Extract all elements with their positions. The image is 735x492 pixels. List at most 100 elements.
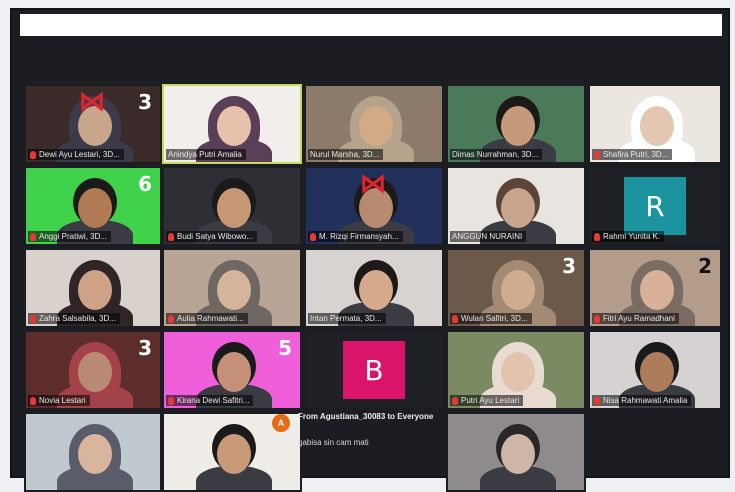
participant-tile[interactable]: 6 Anggi Pratiwi, 3D... <box>24 166 162 246</box>
chat-avatar: A <box>272 414 290 432</box>
reaction-count: 3 <box>138 90 152 114</box>
participant-name: Kirana Dewi Safitri... <box>177 396 250 405</box>
mic-muted-icon <box>168 232 174 241</box>
mic-muted-icon <box>594 314 600 323</box>
participant-name: Intan Permata, 3D... <box>310 314 382 323</box>
participant-tile[interactable] <box>24 412 162 492</box>
avatar-initial: B <box>343 341 405 399</box>
participant-name-bar: Kirana Dewi Safitri... <box>166 395 254 406</box>
reaction-count: 2 <box>698 254 712 278</box>
face <box>501 106 535 146</box>
mic-muted-icon <box>168 396 174 405</box>
mic-muted-icon <box>594 150 600 159</box>
participant-tile[interactable]: Zahra Salsabila, 3D... <box>24 248 162 328</box>
face <box>217 188 251 228</box>
participant-tile[interactable]: 3 Novia Lestari <box>24 330 162 410</box>
participant-name-bar: Rahmi Yunita K. <box>592 231 665 242</box>
mic-muted-icon <box>452 314 458 323</box>
mic-muted-icon <box>30 232 36 241</box>
face <box>640 270 674 310</box>
participant-name-bar: Nisa Rahmawati Amalia <box>592 395 692 406</box>
participant-tile[interactable]: Putri Ayu Lestari <box>446 330 586 410</box>
face <box>217 352 251 392</box>
bow-icon: ⋈ <box>360 168 386 198</box>
participant-name: Budi Satya Wibowo... <box>177 232 254 241</box>
face <box>640 106 674 146</box>
face <box>78 352 112 392</box>
mic-muted-icon <box>30 314 36 323</box>
participant-name-bar: Dimas Nurrahman, 3D... <box>450 149 543 160</box>
mic-muted-icon <box>310 232 316 241</box>
face <box>501 270 535 310</box>
mic-muted-icon <box>30 150 36 159</box>
face <box>640 352 674 392</box>
participant-tile[interactable]: Shafira Putri, 3D... <box>588 84 722 164</box>
participant-name: Novia Lestari <box>39 396 86 405</box>
participant-tile[interactable]: 3 Wulan Safitri, 3D... <box>446 248 586 328</box>
face <box>217 270 251 310</box>
participant-tile[interactable]: Dimas Nurrahman, 3D... <box>446 84 586 164</box>
reaction-count: 6 <box>138 172 152 196</box>
participant-name-bar: M. Rizqi Firmansyah... <box>308 231 403 242</box>
face <box>501 352 535 392</box>
participant-name-bar: Novia Lestari <box>28 395 90 406</box>
participant-tile[interactable]: Budi Satya Wibowo... <box>162 166 302 246</box>
participant-name: Fitri Ayu Ramadhani <box>603 314 675 323</box>
mic-muted-icon <box>168 314 174 323</box>
participant-name: Rahmi Yunita K. <box>603 232 661 241</box>
avatar-initial: R <box>624 177 686 235</box>
participant-tile[interactable]: 5 Kirana Dewi Safitri... <box>162 330 302 410</box>
participant-name-bar: Nurul Marsha, 3D... <box>308 149 384 160</box>
participant-name: Shafira Putri, 3D... <box>603 150 669 159</box>
participant-name: ANGGUN NURAINI <box>452 232 523 241</box>
reaction-count: 5 <box>278 336 292 360</box>
participant-name-bar: Fitri Ayu Ramadhani <box>592 313 679 324</box>
participant-name-bar: Dewi Ayu Lestari, 3D... <box>28 149 124 160</box>
mic-muted-icon <box>452 396 458 405</box>
face <box>217 106 251 146</box>
chat-message: gabisa sin cam mati <box>298 438 369 447</box>
participant-tile[interactable]: Nurul Marsha, 3D... <box>304 84 444 164</box>
participant-tile[interactable]: Anindya Putri Amalia <box>162 84 302 164</box>
face <box>78 434 112 474</box>
participant-tile[interactable] <box>446 412 586 492</box>
participant-name: Putri Ayu Lestari <box>461 396 520 405</box>
participant-tile[interactable]: ANGGUN NURAINI <box>446 166 586 246</box>
participant-name-bar: Anindya Putri Amalia <box>166 149 246 160</box>
face <box>359 106 393 146</box>
participant-name-bar: Anggi Pratiwi, 3D... <box>28 231 112 242</box>
participant-tile[interactable]: B <box>304 330 444 410</box>
participant-name-bar: Aulia Rahmawati... <box>166 313 248 324</box>
participant-name-bar: Zahra Salsabila, 3D... <box>28 313 120 324</box>
participant-name-bar: ANGGUN NURAINI <box>450 231 527 242</box>
participant-tile[interactable]: Intan Permata, 3D... <box>304 248 444 328</box>
participant-name: Anindya Putri Amalia <box>168 150 242 159</box>
meeting-window: ⋈ 3 Dewi Ayu Lestari, 3D... Anindya Putri A… <box>10 8 730 492</box>
face <box>78 188 112 228</box>
participant-tile[interactable]: Nisa Rahmawati Amalia <box>588 330 722 410</box>
face <box>359 270 393 310</box>
participant-tile[interactable]: ⋈ M. Rizqi Firmansyah... <box>304 166 444 246</box>
participant-name: Nurul Marsha, 3D... <box>310 150 380 159</box>
participant-tile[interactable]: R Rahmi Yunita K. <box>588 166 722 246</box>
participant-tile[interactable]: Aulia Rahmawati... <box>162 248 302 328</box>
reaction-count: 3 <box>138 336 152 360</box>
participant-name: Anggi Pratiwi, 3D... <box>39 232 108 241</box>
participant-name-bar: Wulan Safitri, 3D... <box>450 313 532 324</box>
bow-icon: ⋈ <box>79 86 105 116</box>
participant-name: Zahra Salsabila, 3D... <box>39 314 116 323</box>
participant-tile[interactable]: ⋈ 3 Dewi Ayu Lestari, 3D... <box>24 84 162 164</box>
participant-name-bar: Putri Ayu Lestari <box>450 395 524 406</box>
mic-muted-icon <box>594 232 600 241</box>
participant-name: Dimas Nurrahman, 3D... <box>452 150 539 159</box>
participant-name: Nisa Rahmawati Amalia <box>603 396 688 405</box>
face <box>501 434 535 474</box>
participant-name-bar: Shafira Putri, 3D... <box>592 149 673 160</box>
participant-name: Wulan Safitri, 3D... <box>461 314 528 323</box>
participant-tile[interactable]: 2 Fitri Ayu Ramadhani <box>588 248 722 328</box>
gallery-grid: ⋈ 3 Dewi Ayu Lestari, 3D... Anindya Putri A… <box>12 10 728 492</box>
participant-name-bar: Intan Permata, 3D... <box>308 313 386 324</box>
reaction-count: 3 <box>562 254 576 278</box>
participant-name: M. Rizqi Firmansyah... <box>319 232 399 241</box>
mic-muted-icon <box>30 396 36 405</box>
